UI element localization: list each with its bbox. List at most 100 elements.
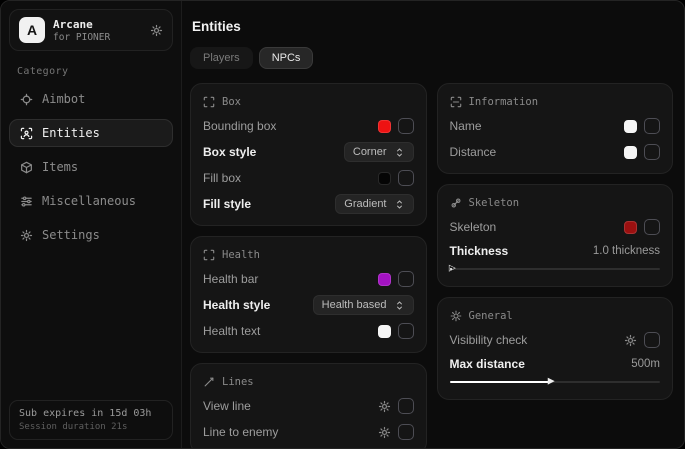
sidebar-item-entities[interactable]: Entities	[9, 119, 173, 147]
tab-npcs[interactable]: NPCs	[259, 47, 314, 69]
color-swatch[interactable]	[378, 172, 391, 185]
tab-bar: Players NPCs	[190, 47, 673, 69]
setting-label: Distance	[450, 145, 497, 159]
slider-fill	[450, 381, 551, 383]
setting-row: Max distance500m	[450, 353, 661, 375]
color-swatch[interactable]	[378, 325, 391, 338]
card-title: Box	[222, 96, 241, 108]
setting-row: Health text	[203, 318, 414, 344]
card-health: Health Health bar Health styleHealth based…	[190, 236, 427, 353]
setting-controls	[624, 219, 660, 235]
card-box: BoxBounding boxBox styleCornerFill boxFi…	[190, 83, 427, 226]
left-column: BoxBounding boxBox styleCornerFill boxFi…	[190, 83, 427, 448]
sidebar-item-label: Aimbot	[42, 92, 85, 106]
card-header: Health	[203, 249, 414, 261]
setting-label: Skeleton	[450, 220, 497, 234]
slider-thickness[interactable]: ▷	[450, 264, 661, 274]
slider-value: 500m	[631, 358, 660, 370]
checkbox[interactable]	[644, 332, 660, 348]
checkbox[interactable]	[644, 144, 660, 160]
checkbox[interactable]	[644, 219, 660, 235]
setting-controls	[624, 332, 660, 348]
main-panel: Entities PlayersNPCs BoxBounding boxBox …	[182, 1, 684, 448]
card-header: General	[450, 310, 661, 322]
setting-row: Fill style Gradient	[203, 191, 414, 217]
setting-label: Health text	[203, 324, 260, 338]
brand-subtitle: for PIONER	[53, 32, 110, 43]
gear-icon	[19, 229, 33, 242]
checkbox[interactable]	[398, 118, 414, 134]
sidebar-item-items[interactable]: Items	[9, 153, 173, 181]
setting-row: Skeleton	[450, 214, 661, 240]
card-header: Lines	[203, 376, 414, 388]
sliders-icon	[19, 195, 33, 208]
dropdown-health-style[interactable]: Health based	[313, 295, 414, 315]
checkbox[interactable]	[398, 271, 414, 287]
gear-icon[interactable]	[624, 334, 637, 347]
setting-controls: Gradient	[335, 194, 413, 214]
slider-handle[interactable]: ▶	[548, 377, 555, 386]
dropdown-box-style[interactable]: Corner	[344, 142, 414, 162]
color-swatch[interactable]	[378, 120, 391, 133]
checkbox[interactable]	[398, 398, 414, 414]
setting-controls	[378, 170, 414, 186]
brand-card: A Arcane for PIONER	[9, 9, 173, 51]
checkbox[interactable]	[398, 170, 414, 186]
sidebar-item-settings[interactable]: Settings	[9, 221, 173, 249]
color-swatch[interactable]	[624, 120, 637, 133]
package-icon	[19, 161, 33, 174]
sidebar-nav: Aimbot Entities Items Miscellaneous Settings	[9, 85, 173, 249]
sub-expiry-text: Sub expires in 15d 03h	[19, 408, 163, 419]
card-title: General	[469, 310, 513, 322]
setting-label: Fill style	[203, 197, 251, 211]
setting-controls	[378, 118, 414, 134]
setting-label: Health bar	[203, 272, 258, 286]
scan-icon	[450, 96, 462, 108]
card-title: Skeleton	[469, 197, 520, 209]
setting-row: Fill box	[203, 165, 414, 191]
setting-label: Name	[450, 119, 482, 133]
setting-label: Line to enemy	[203, 425, 278, 439]
setting-label: View line	[203, 399, 251, 413]
dropdown-value: Corner	[353, 146, 387, 158]
unfold-icon	[394, 300, 405, 311]
card-header: Information	[450, 96, 661, 108]
gear-icon[interactable]	[378, 426, 391, 439]
right-column: InformationNameDistanceSkeletonSkeletonT…	[437, 83, 674, 400]
checkbox[interactable]	[398, 323, 414, 339]
tab-players[interactable]: Players	[190, 47, 253, 69]
cards-area: BoxBounding boxBox styleCornerFill boxFi…	[190, 83, 673, 448]
dropdown-value: Gradient	[344, 198, 386, 210]
setting-row: View line	[203, 393, 414, 419]
setting-label: Bounding box	[203, 119, 276, 133]
color-swatch[interactable]	[624, 146, 637, 159]
setting-controls: Corner	[344, 142, 414, 162]
brand-logo: A	[19, 17, 45, 43]
slider-track[interactable]	[450, 268, 661, 270]
color-swatch[interactable]	[624, 221, 637, 234]
crosshair-icon	[19, 93, 33, 106]
card-title: Lines	[222, 376, 254, 388]
category-label: Category	[17, 66, 165, 77]
checkbox[interactable]	[644, 118, 660, 134]
slider-handle[interactable]: ▷	[449, 264, 456, 273]
checkbox[interactable]	[398, 424, 414, 440]
brand-name: Arcane	[53, 18, 110, 31]
subscription-info-box: Sub expires in 15d 03h Session duration …	[9, 400, 173, 440]
sidebar-item-label: Entities	[42, 126, 100, 140]
setting-row: Bounding box	[203, 113, 414, 139]
corners-icon	[203, 249, 215, 261]
gear-icon[interactable]	[150, 24, 163, 37]
sidebar-item-miscellaneous[interactable]: Miscellaneous	[9, 187, 173, 215]
setting-label: Visibility check	[450, 333, 528, 347]
slider-max-distance[interactable]: ▶	[450, 377, 661, 387]
setting-row: Name	[450, 113, 661, 139]
setting-row: Health styleHealth based	[203, 292, 414, 318]
corners-icon	[203, 96, 215, 108]
color-swatch[interactable]	[378, 273, 391, 286]
line-icon	[203, 376, 215, 388]
sidebar-item-aimbot[interactable]: Aimbot	[9, 85, 173, 113]
card-general: General Visibility check Max distance500m ▶	[437, 297, 674, 400]
gear-icon[interactable]	[378, 400, 391, 413]
dropdown-fill-style[interactable]: Gradient	[335, 194, 413, 214]
